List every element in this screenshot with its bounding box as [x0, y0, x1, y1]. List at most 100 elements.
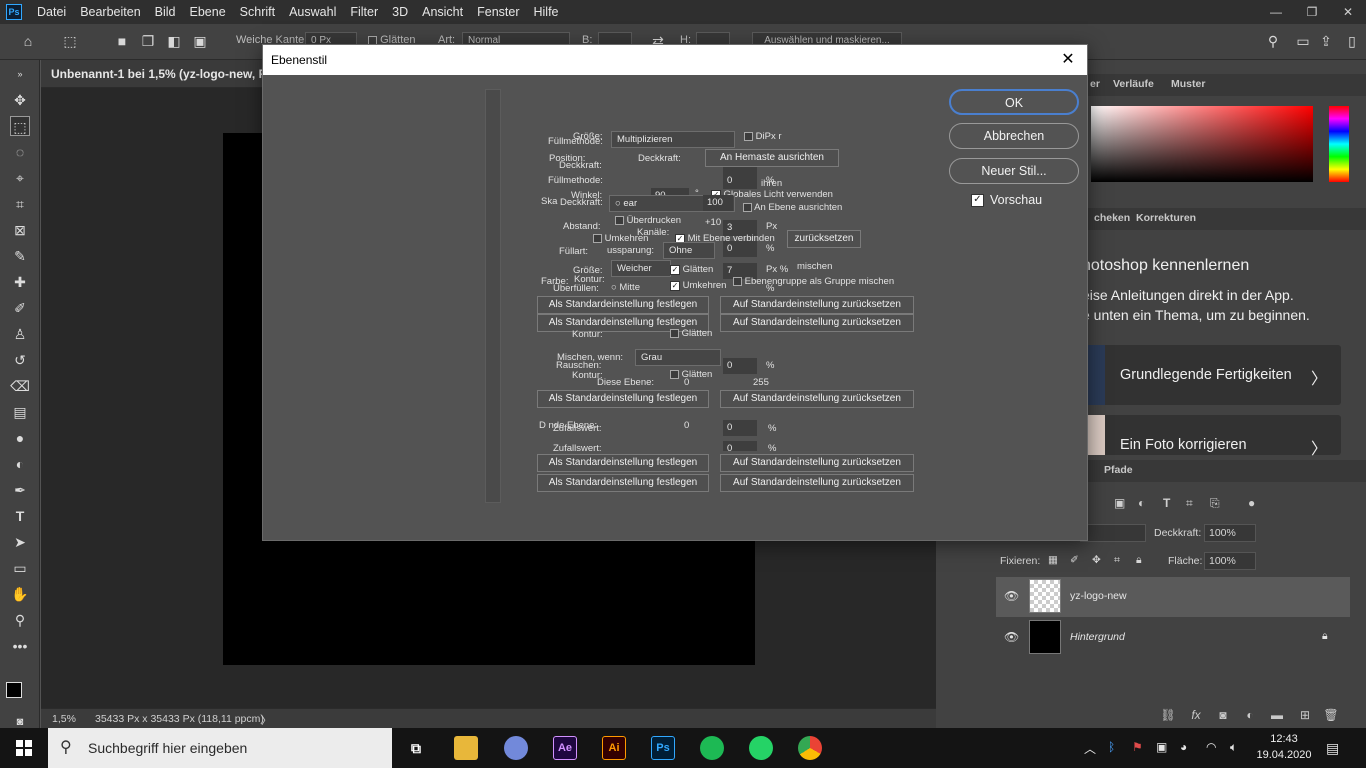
- fill-input[interactable]: 100%: [1204, 552, 1256, 570]
- tab-korrekturen[interactable]: Korrekturen: [1136, 212, 1196, 224]
- menu-edit[interactable]: Bearbeiten: [73, 0, 147, 24]
- hue-slider[interactable]: [1329, 106, 1349, 182]
- photoshop-icon[interactable]: Ps: [651, 736, 675, 760]
- image-filter-icon[interactable]: ▣: [1114, 496, 1125, 510]
- value-input[interactable]: 0: [723, 241, 757, 257]
- pen-tool-icon[interactable]: ✒: [10, 480, 30, 500]
- filter-toggle-icon[interactable]: ●: [1248, 496, 1255, 510]
- menu-type[interactable]: Schrift: [233, 0, 282, 24]
- spotify-icon[interactable]: [700, 736, 724, 760]
- close-icon[interactable]: ✕: [1055, 47, 1081, 73]
- collapse-icon[interactable]: »: [10, 64, 30, 84]
- blend-mode-select[interactable]: [1080, 524, 1146, 542]
- menu-image[interactable]: Bild: [148, 0, 183, 24]
- clock-date[interactable]: 19.04.2020: [1254, 749, 1314, 761]
- adjustment-filter-icon[interactable]: ◐: [1138, 496, 1145, 510]
- type-filter-icon[interactable]: T: [1163, 496, 1170, 510]
- file-explorer-icon[interactable]: [454, 736, 478, 760]
- align-with-layer-checkbox[interactable]: An Ebene ausrichten: [743, 202, 842, 213]
- whatsapp-icon[interactable]: [749, 736, 773, 760]
- style-radio-icon[interactable]: ○: [615, 198, 621, 209]
- invert-checkbox[interactable]: Umkehren: [593, 233, 648, 244]
- home-icon[interactable]: ⌂: [20, 33, 36, 49]
- antialias-checkbox-3[interactable]: Glätten: [670, 369, 712, 380]
- fullscreen-icon[interactable]: ▯: [1344, 33, 1360, 49]
- tray-app-icon[interactable]: ⚑: [1132, 740, 1143, 754]
- learn-card-fix-photo[interactable]: Ein Foto korrigieren 〉: [1077, 415, 1341, 458]
- healing-tool-icon[interactable]: ✚: [10, 272, 30, 292]
- lock-all-icon[interactable]: 🔒︎: [1136, 554, 1142, 567]
- marquee-preset-icon[interactable]: ⬚: [62, 33, 78, 49]
- brush-tool-icon[interactable]: ✐: [10, 298, 30, 318]
- value-input[interactable]: 0: [723, 173, 757, 189]
- hand-tool-icon[interactable]: ✋: [10, 584, 30, 604]
- marquee-tool-icon[interactable]: ⬚: [10, 116, 30, 136]
- make-default-button[interactable]: Als Standardeinstellung festlegen: [537, 454, 709, 472]
- foreground-color-swatch[interactable]: [6, 682, 22, 698]
- new-style-button[interactable]: Neuer Stil...: [949, 158, 1079, 184]
- workspace-icon[interactable]: ▭: [1295, 33, 1311, 49]
- tab-eigenschaften[interactable]: cheken: [1094, 212, 1130, 224]
- new-group-icon[interactable]: ▬: [1269, 708, 1285, 722]
- intersect-selection-icon[interactable]: ▣: [192, 33, 208, 49]
- lock-position-icon[interactable]: ✥: [1092, 554, 1101, 566]
- discord-app-icon[interactable]: [504, 736, 528, 760]
- reset-default-button[interactable]: Auf Standardeinstellung zurücksetzen: [720, 314, 914, 332]
- wifi-icon[interactable]: ◠: [1206, 740, 1216, 754]
- chrome-icon[interactable]: [798, 736, 822, 760]
- eraser-tool-icon[interactable]: ⌫: [10, 376, 30, 396]
- link-layers-icon[interactable]: ⛓︎: [1160, 708, 1176, 722]
- fx-icon[interactable]: fx: [1188, 708, 1204, 722]
- blend-if-select[interactable]: Grau: [635, 349, 721, 366]
- menu-file[interactable]: Datei: [30, 0, 73, 24]
- task-view-icon[interactable]: ⧉: [404, 736, 428, 760]
- reset-alignment-button[interactable]: zurücksetzen: [787, 230, 861, 248]
- layer-row[interactable]: 👁︎ yz-logo-new: [996, 577, 1350, 617]
- zoom-level[interactable]: 1,5%: [52, 713, 76, 725]
- add-selection-icon[interactable]: ❐: [140, 33, 156, 49]
- shape-filter-icon[interactable]: ⌗: [1186, 496, 1193, 511]
- jitter-input[interactable]: 0: [723, 420, 757, 436]
- adjustment-layer-icon[interactable]: ◐: [1242, 708, 1258, 722]
- blend-group-checkbox[interactable]: Ebenengruppe als Gruppe mischen: [733, 276, 894, 287]
- styles-list[interactable]: [485, 89, 501, 503]
- make-default-button[interactable]: Als Standardeinstellung festlegen: [537, 390, 709, 408]
- opacity-input[interactable]: 100%: [1204, 524, 1256, 542]
- reset-default-button[interactable]: Auf Standardeinstellung zurücksetzen: [720, 474, 914, 492]
- tab-paths[interactable]: Pfade: [1104, 464, 1133, 476]
- rectangle-tool-icon[interactable]: ▭: [10, 558, 30, 578]
- search-icon[interactable]: ⚲: [1265, 33, 1281, 49]
- bluetooth-icon[interactable]: ᛒ: [1108, 740, 1115, 754]
- reset-default-button[interactable]: Auf Standardeinstellung zurücksetzen: [720, 390, 914, 408]
- lock-transparency-icon[interactable]: ▦: [1048, 554, 1058, 566]
- tab-verlaeufe[interactable]: Verläufe: [1113, 78, 1154, 90]
- trash-icon[interactable]: 🗑︎: [1323, 708, 1339, 722]
- add-mask-icon[interactable]: ◙: [1215, 708, 1231, 722]
- align-to-guide-button[interactable]: An Hemaste ausrichten: [705, 149, 839, 167]
- notifications-icon[interactable]: ▤: [1326, 740, 1339, 757]
- type-tool-icon[interactable]: T: [10, 506, 30, 526]
- jitter-input-2[interactable]: 0: [723, 441, 757, 451]
- make-default-button[interactable]: Als Standardeinstellung festlegen: [537, 296, 709, 314]
- visibility-eye-icon[interactable]: 👁︎: [1004, 630, 1019, 644]
- blur-tool-icon[interactable]: ●: [10, 428, 30, 448]
- tab-muster[interactable]: Muster: [1171, 78, 1205, 90]
- more-tools-icon[interactable]: •••: [10, 636, 30, 656]
- quick-select-tool-icon[interactable]: ⌖: [10, 168, 30, 188]
- smart-object-filter-icon[interactable]: ⎘: [1210, 496, 1220, 511]
- volume-icon[interactable]: 🔈︎: [1230, 740, 1237, 755]
- frame-tool-icon[interactable]: ⊠: [10, 220, 30, 240]
- close-button[interactable]: ✕: [1330, 0, 1366, 24]
- zoom-tool-icon[interactable]: ⚲: [10, 610, 30, 630]
- tray-chevron-icon[interactable]: ︿: [1084, 740, 1096, 757]
- after-effects-icon[interactable]: Ae: [553, 736, 577, 760]
- antialias-checkbox-2[interactable]: Glätten: [670, 328, 712, 339]
- center-radio[interactable]: ○ Mitte: [611, 282, 640, 293]
- knockout-select[interactable]: Ohne: [663, 242, 715, 259]
- reset-default-button[interactable]: Auf Standardeinstellung zurücksetzen: [720, 296, 914, 314]
- color-picker-field[interactable]: [1091, 106, 1313, 182]
- tab-farbfelder[interactable]: er: [1090, 78, 1100, 90]
- menu-filter[interactable]: Filter: [343, 0, 385, 24]
- tray-app-icon[interactable]: ▣: [1156, 740, 1167, 754]
- dialog-titlebar[interactable]: Ebenenstil ✕: [263, 45, 1087, 75]
